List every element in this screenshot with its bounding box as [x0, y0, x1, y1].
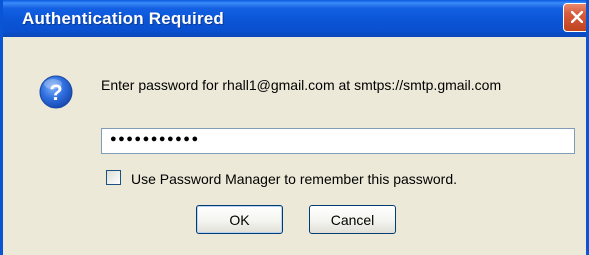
- password-field[interactable]: ●●●●●●●●●●●: [101, 128, 575, 154]
- cancel-button[interactable]: Cancel: [309, 205, 396, 234]
- close-button[interactable]: [563, 3, 586, 32]
- auth-dialog: Authentication Required ? Enter password…: [0, 0, 589, 255]
- remember-password-label[interactable]: Use Password Manager to remember this pa…: [131, 171, 457, 187]
- window-title: Authentication Required: [22, 9, 224, 28]
- question-icon: ?: [39, 75, 73, 109]
- svg-text:?: ?: [49, 80, 62, 105]
- close-icon: [571, 11, 583, 23]
- remember-password-checkbox[interactable]: [106, 170, 121, 185]
- ok-button[interactable]: OK: [196, 205, 283, 234]
- prompt-message: Enter password for rhall1@gmail.com at s…: [101, 77, 502, 93]
- title-bar[interactable]: Authentication Required: [3, 0, 586, 37]
